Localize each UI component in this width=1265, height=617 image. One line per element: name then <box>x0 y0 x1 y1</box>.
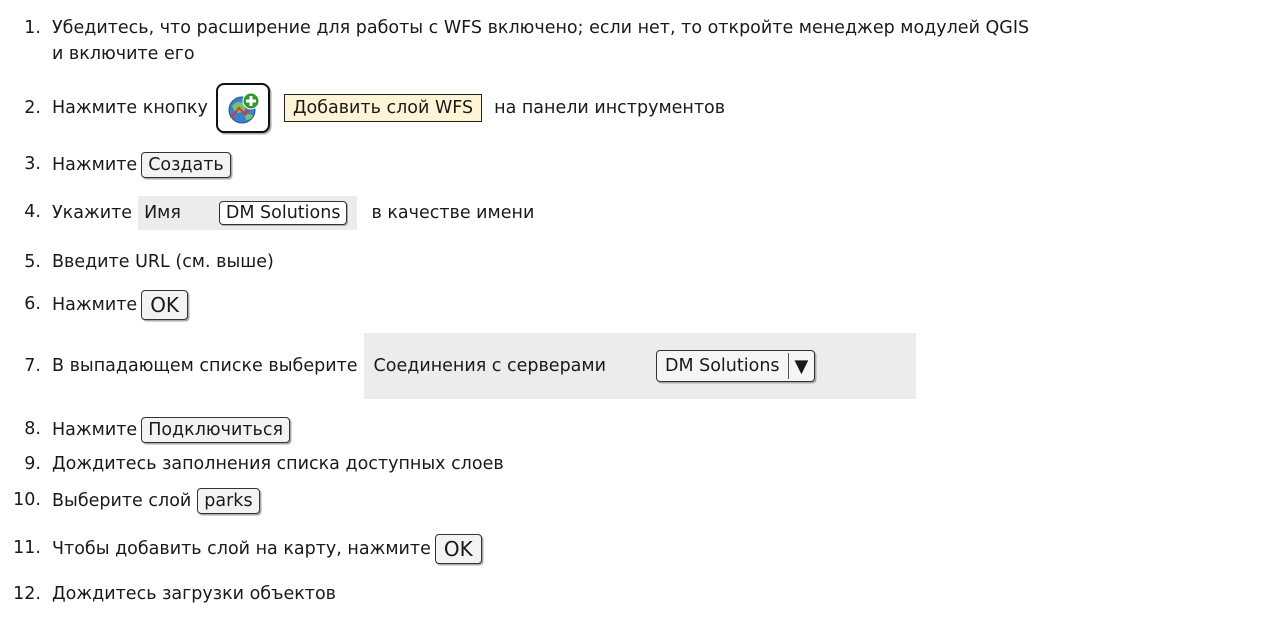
dropdown-separator <box>787 353 789 379</box>
step-number: 9. <box>24 454 41 474</box>
step-text: Дождитесь заполнения списка доступных сл… <box>52 454 504 474</box>
step-text-after: в качестве имени <box>371 203 535 223</box>
step-text-continuation: и включите его <box>52 44 195 64</box>
step-text: Убедитесь, что расширение для работы с W… <box>52 18 1030 38</box>
step-text-after: на панели инструментов <box>494 98 726 118</box>
step-text: Нажмите <box>52 420 138 440</box>
step-number: 6. <box>24 294 41 314</box>
add-wfs-layer-button[interactable] <box>215 83 270 133</box>
step-text: Введите URL (см. выше) <box>52 252 274 272</box>
step-number: 12. <box>13 584 41 604</box>
layer-parks-item[interactable]: parks <box>197 488 260 514</box>
step-number: 4. <box>24 202 41 222</box>
step-number: 10. <box>13 490 41 510</box>
step-number: 5. <box>24 252 41 272</box>
name-field-row: Имя DM Solutions <box>138 196 358 230</box>
step-text: Чтобы добавить слой на карту, нажмите <box>52 539 431 559</box>
tooltip-label: Добавить слой WFS <box>283 94 483 122</box>
server-connections-label: Соединения с серверами <box>373 356 606 376</box>
add-wfs-layer-icon <box>228 92 260 124</box>
step-text: Дождитесь загрузки объектов <box>52 584 336 604</box>
dropdown-value: DM Solutions <box>664 356 780 376</box>
step-number: 8. <box>24 419 41 439</box>
step-text: Нажмите кнопку <box>52 98 208 118</box>
create-button[interactable]: Создать <box>141 152 231 178</box>
connect-button[interactable]: Подключиться <box>141 417 291 443</box>
step-text: Нажмите <box>52 155 138 175</box>
step-text: Нажмите <box>52 295 138 315</box>
ok-button[interactable]: OK <box>434 534 482 564</box>
name-input[interactable]: DM Solutions <box>218 201 348 225</box>
dropdown-arrow-icon[interactable]: ▼ <box>795 356 815 377</box>
step-number: 2. <box>24 98 41 118</box>
step-text: Укажите <box>52 203 133 223</box>
step-number: 7. <box>24 356 41 376</box>
step-text: Выберите слой <box>52 491 192 511</box>
step-number: 1. <box>24 18 41 38</box>
step-number: 11. <box>13 538 41 558</box>
step-number: 3. <box>24 154 41 174</box>
step-text: В выпадающем списке выберите <box>52 356 358 376</box>
ok-button[interactable]: OK <box>141 290 189 320</box>
server-connections-row: Соединения с серверами DM Solutions ▼ <box>363 333 916 399</box>
server-connections-dropdown[interactable]: DM Solutions ▼ <box>655 350 816 382</box>
name-field-label: Имя <box>144 203 181 223</box>
